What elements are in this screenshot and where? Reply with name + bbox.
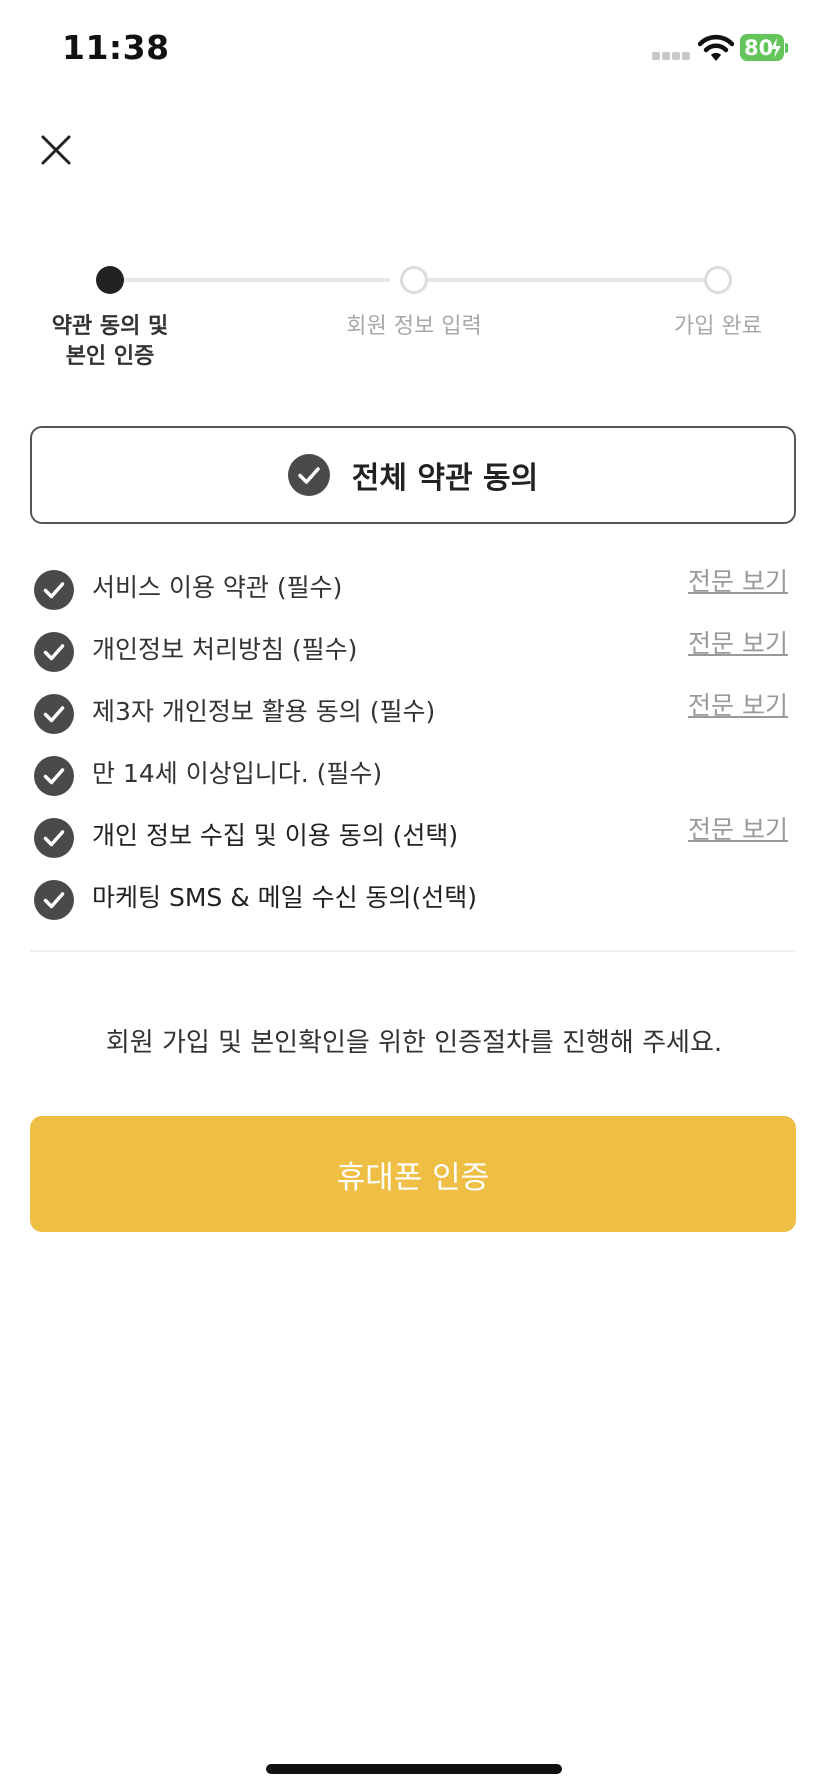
home-indicator (266, 1764, 562, 1774)
view-full-link[interactable]: 전문 보기 (688, 812, 788, 848)
terms-list: 서비스 이용 약관 (필수) 전문 보기 개인정보 처리방침 (필수) 전문 보… (30, 556, 796, 928)
signal-icon (652, 52, 692, 62)
step-indicator-3 (704, 266, 732, 294)
status-time: 11:38 (62, 28, 170, 67)
term-label: 개인 정보 수집 및 이용 동의 (선택) (92, 821, 459, 850)
term-label: 서비스 이용 약관 (필수) (92, 573, 343, 602)
term-label: 마케팅 SMS & 메일 수신 동의(선택) (92, 883, 478, 912)
term-label: 개인정보 처리방침 (필수) (92, 635, 358, 664)
agree-all-button[interactable]: 전체 약관 동의 (30, 426, 796, 524)
term-row-privacy[interactable]: 개인정보 처리방침 (필수) 전문 보기 (30, 618, 796, 680)
term-row-marketing[interactable]: 마케팅 SMS & 메일 수신 동의(선택) (30, 866, 796, 928)
check-circle-icon[interactable] (34, 570, 74, 610)
term-row-service[interactable]: 서비스 이용 약관 (필수) 전문 보기 (30, 556, 796, 618)
check-circle-icon[interactable] (34, 694, 74, 734)
verification-notice: 회원 가입 및 본인확인을 위한 인증절차를 진행해 주세요. (105, 1028, 723, 1058)
check-circle-icon[interactable] (34, 632, 74, 672)
step-connector (124, 278, 390, 282)
wifi-icon (698, 34, 734, 61)
check-circle-icon[interactable] (34, 818, 74, 858)
step-indicator-1 (96, 266, 124, 294)
view-full-link[interactable]: 전문 보기 (688, 626, 788, 662)
signup-stepper: 약관 동의 및 본인 인증 회원 정보 입력 가입 완료 (0, 254, 828, 384)
status-bar: 11:38 80 (0, 0, 828, 100)
term-row-age[interactable]: 만 14세 이상입니다. (필수) (30, 742, 796, 804)
phone-verification-button[interactable]: 휴대폰 인증 (30, 1116, 796, 1232)
divider (30, 950, 796, 952)
step-label-1: 약관 동의 및 본인 인증 (51, 314, 169, 369)
step-connector (428, 278, 704, 282)
term-row-third-party[interactable]: 제3자 개인정보 활용 동의 (필수) 전문 보기 (30, 680, 796, 742)
battery-charging-icon: 80 (740, 34, 788, 63)
view-full-link[interactable]: 전문 보기 (688, 688, 788, 724)
step-label-2: 회원 정보 입력 (346, 314, 482, 339)
close-icon[interactable] (36, 130, 76, 170)
battery-level: 80 (744, 36, 774, 60)
step-indicator-2 (400, 266, 428, 294)
term-row-personal-info[interactable]: 개인 정보 수집 및 이용 동의 (선택) 전문 보기 (30, 804, 796, 866)
check-circle-icon (287, 454, 330, 496)
agree-all-label: 전체 약관 동의 (351, 461, 539, 496)
check-circle-icon[interactable] (34, 756, 74, 796)
step-label-3: 가입 완료 (674, 314, 762, 339)
view-full-link[interactable]: 전문 보기 (688, 564, 788, 600)
term-label: 만 14세 이상입니다. (필수) (92, 759, 383, 788)
term-label: 제3자 개인정보 활용 동의 (필수) (92, 697, 436, 726)
check-circle-icon[interactable] (34, 880, 74, 920)
